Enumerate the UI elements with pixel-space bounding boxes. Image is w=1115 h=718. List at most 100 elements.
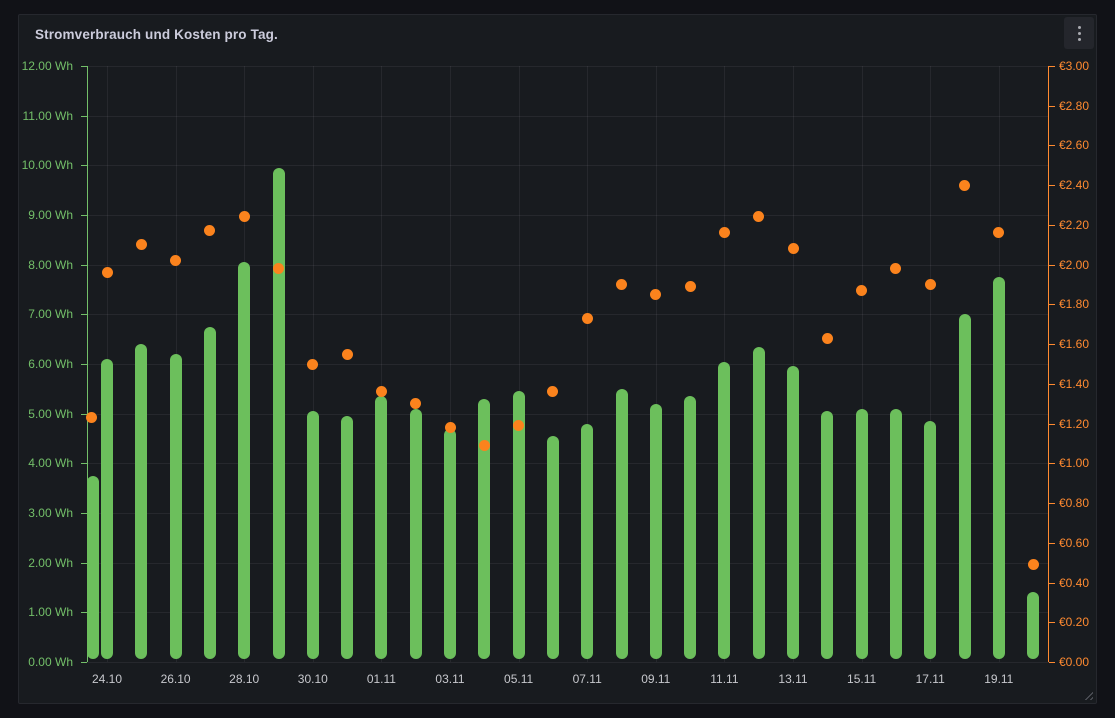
y-axis-label-right: €2.40 [1059,178,1115,192]
point-27.10[interactable] [204,225,215,236]
bar-25.10[interactable] [135,344,147,659]
bar-26.10[interactable] [170,354,182,659]
point-02.11[interactable] [410,398,421,409]
point-24.10[interactable] [102,267,113,278]
bar-01.11[interactable] [375,396,387,659]
y-axis-label-right: €0.40 [1059,576,1115,590]
right-axis-tick [1049,463,1055,464]
right-axis-tick [1049,106,1055,107]
h-gridline [87,563,1049,564]
bar-23.10[interactable] [87,476,99,659]
right-axis-tick [1049,662,1055,663]
y-axis-label-right: €1.60 [1059,337,1115,351]
point-23.10[interactable] [86,412,97,423]
y-axis-label-right: €1.40 [1059,377,1115,391]
point-31.10[interactable] [342,349,353,360]
point-25.10[interactable] [136,239,147,250]
bar-11.11[interactable] [718,362,730,659]
x-axis-label: 15.11 [830,672,894,686]
x-axis-label: 09.11 [624,672,688,686]
point-10.11[interactable] [685,281,696,292]
point-03.11[interactable] [445,422,456,433]
bar-07.11[interactable] [581,424,593,659]
y-axis-label-right: €3.00 [1059,59,1115,73]
point-16.11[interactable] [890,263,901,274]
h-gridline [87,165,1049,166]
bar-02.11[interactable] [410,409,422,659]
bar-17.11[interactable] [924,421,936,659]
bar-30.10[interactable] [307,411,319,659]
point-04.11[interactable] [479,440,490,451]
bar-04.11[interactable] [478,399,490,659]
right-axis-tick [1049,185,1055,186]
x-axis-label: 05.11 [487,672,551,686]
bar-09.11[interactable] [650,404,662,659]
x-axis-label: 11.11 [692,672,756,686]
bar-28.10[interactable] [238,262,250,659]
y-axis-label-right: €0.60 [1059,536,1115,550]
bar-31.10[interactable] [341,416,353,659]
point-12.11[interactable] [753,211,764,222]
bar-06.11[interactable] [547,436,559,659]
bar-12.11[interactable] [753,347,765,659]
h-gridline [87,116,1049,117]
right-axis-tick [1049,424,1055,425]
bar-13.11[interactable] [787,366,799,659]
point-08.11[interactable] [616,279,627,290]
x-axis-label: 19.11 [967,672,1031,686]
y-axis-label-right: €0.00 [1059,655,1115,669]
x-axis-label: 28.10 [212,672,276,686]
point-28.10[interactable] [239,211,250,222]
bar-16.11[interactable] [890,409,902,659]
point-18.11[interactable] [959,180,970,191]
right-axis-tick [1049,66,1055,67]
y-axis-label-left: 3.00 Wh [1,506,73,520]
right-axis-tick [1049,583,1055,584]
right-axis-tick [1049,503,1055,504]
bar-27.10[interactable] [204,327,216,659]
point-01.11[interactable] [376,386,387,397]
y-axis-label-left: 1.00 Wh [1,605,73,619]
bar-15.11[interactable] [856,409,868,659]
bar-18.11[interactable] [959,314,971,659]
y-axis-label-right: €0.80 [1059,496,1115,510]
kebab-menu-icon [1078,38,1081,41]
bar-19.11[interactable] [993,277,1005,659]
point-13.11[interactable] [788,243,799,254]
h-gridline [87,215,1049,216]
point-09.11[interactable] [650,289,661,300]
bar-14.11[interactable] [821,411,833,659]
h-gridline [87,314,1049,315]
y-axis-label-left: 10.00 Wh [1,158,73,172]
y-axis-label-right: €2.60 [1059,138,1115,152]
point-19.11[interactable] [993,227,1004,238]
bar-10.11[interactable] [684,396,696,659]
bar-20.11[interactable] [1027,592,1039,659]
point-30.10[interactable] [307,359,318,370]
y-axis-label-right: €2.80 [1059,99,1115,113]
chart-plot-area[interactable]: 0.00 Wh1.00 Wh2.00 Wh3.00 Wh4.00 Wh5.00 … [87,66,1049,662]
panel-menu-button[interactable] [1064,17,1094,49]
point-15.11[interactable] [856,285,867,296]
point-17.11[interactable] [925,279,936,290]
bar-05.11[interactable] [513,391,525,659]
right-axis-line [1048,66,1049,662]
y-axis-label-left: 6.00 Wh [1,357,73,371]
y-axis-label-left: 2.00 Wh [1,556,73,570]
panel-title[interactable]: Stromverbrauch und Kosten pro Tag. [35,27,278,42]
bar-29.10[interactable] [273,168,285,659]
bar-24.10[interactable] [101,359,113,659]
right-axis-tick [1049,225,1055,226]
point-07.11[interactable] [582,313,593,324]
y-axis-label-left: 12.00 Wh [1,59,73,73]
y-axis-label-left: 0.00 Wh [1,655,73,669]
bar-03.11[interactable] [444,429,456,659]
point-20.11[interactable] [1028,559,1039,570]
point-14.11[interactable] [822,333,833,344]
bar-08.11[interactable] [616,389,628,659]
panel-resize-handle[interactable] [1084,691,1093,700]
point-06.11[interactable] [547,386,558,397]
point-11.11[interactable] [719,227,730,238]
kebab-menu-icon [1078,32,1081,35]
h-gridline [87,265,1049,266]
